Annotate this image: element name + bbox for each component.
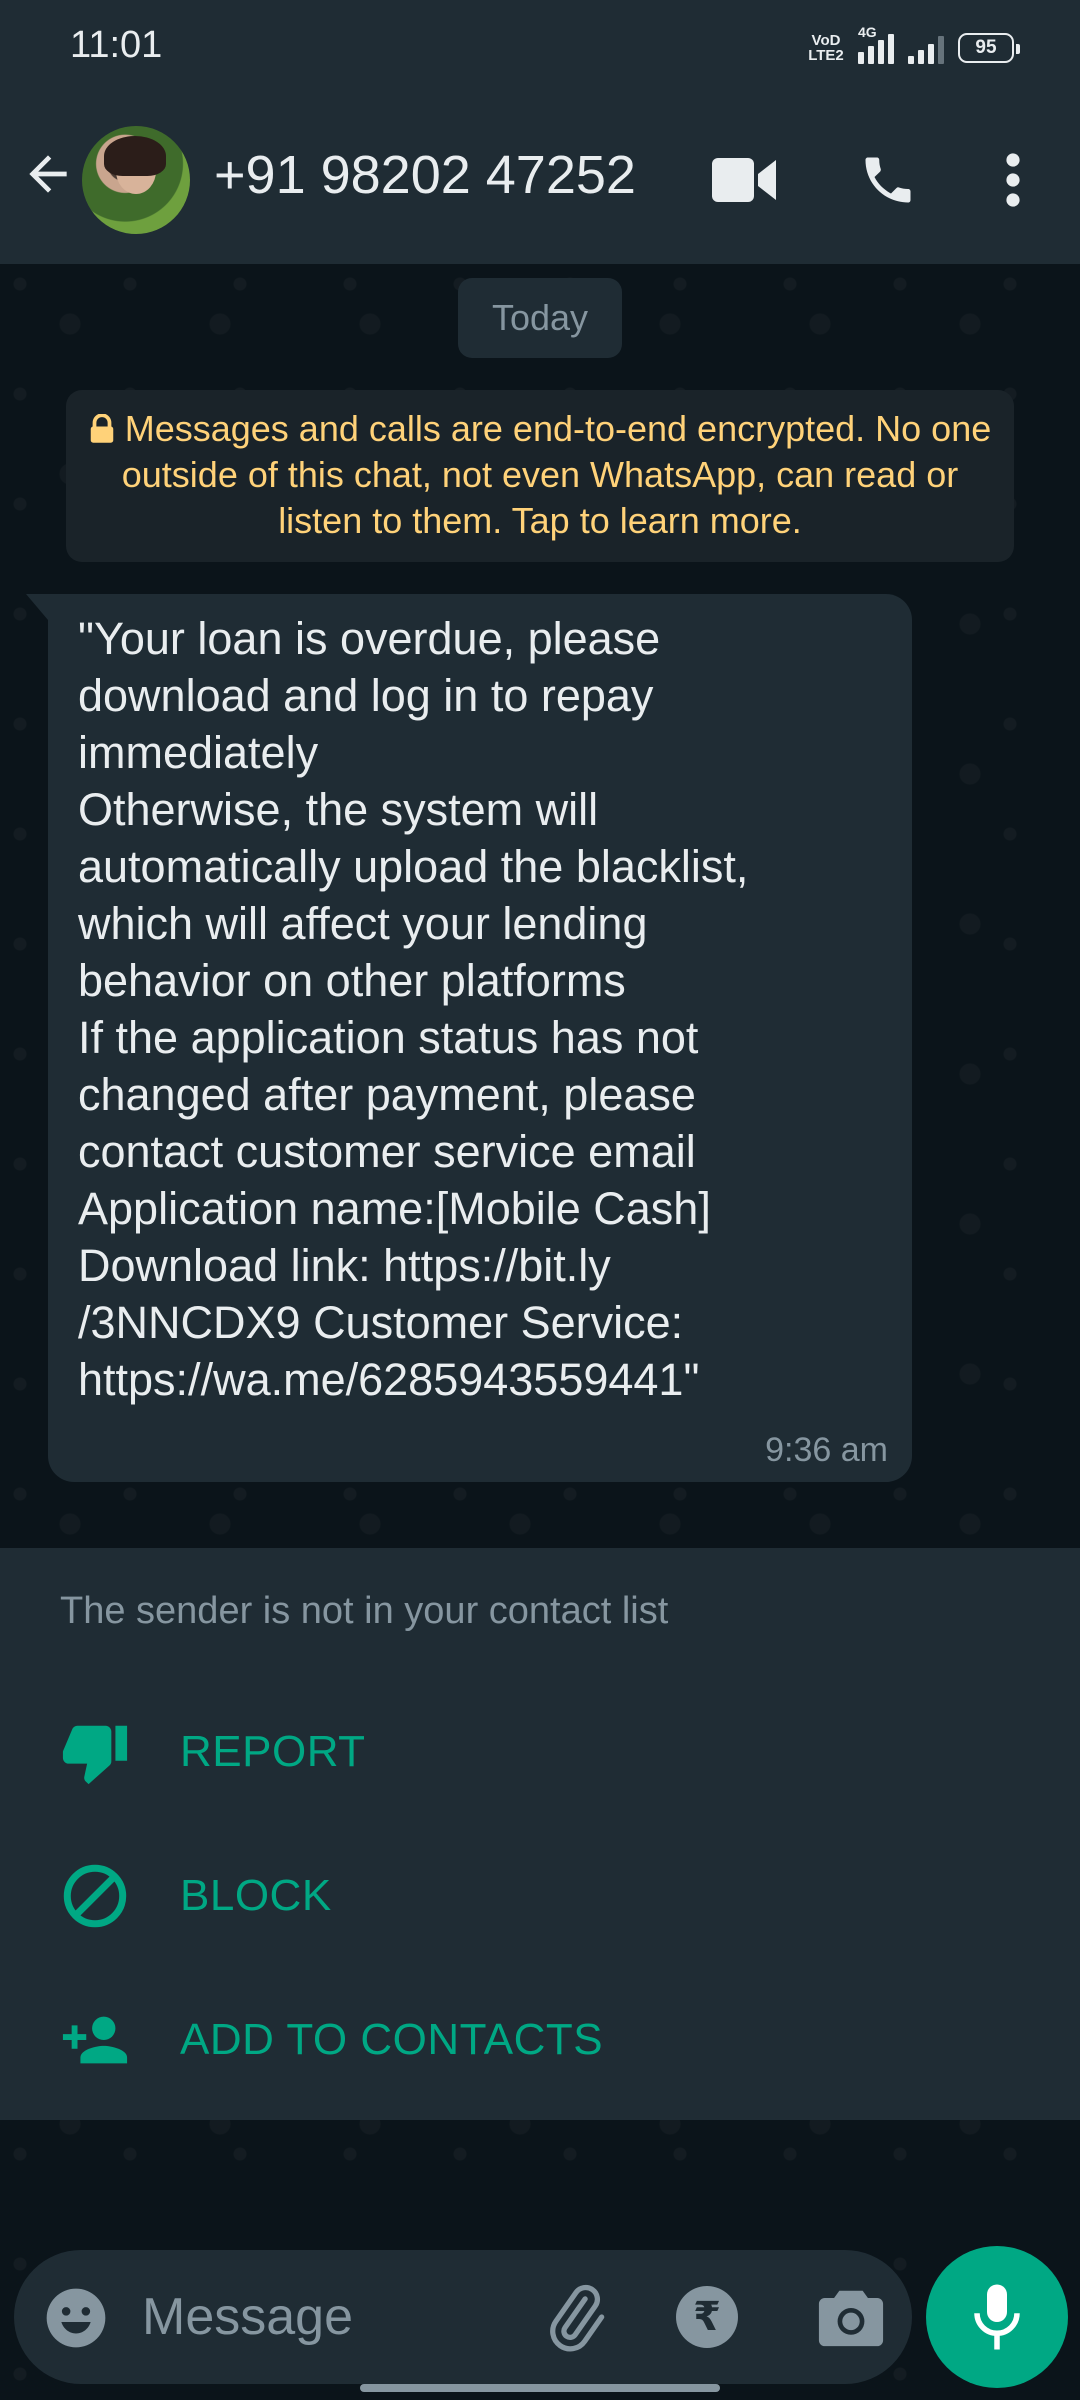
signal-strength-icon: 4G [858, 24, 894, 64]
payment-rupee-icon[interactable]: ₹ [676, 2286, 738, 2348]
network-type-label: 4G [858, 24, 877, 40]
add-to-contacts-label: ADD TO CONTACTS [180, 2015, 604, 2064]
message-timestamp: 9:36 am [765, 1431, 888, 1469]
video-call-icon[interactable] [712, 154, 776, 206]
mic-icon [974, 2284, 1020, 2350]
battery-level: 95 [975, 37, 997, 58]
voice-message-button[interactable] [926, 2246, 1068, 2388]
camera-icon[interactable] [816, 2284, 886, 2350]
lock-icon [90, 414, 113, 443]
more-options-icon[interactable] [998, 150, 1028, 210]
message-input[interactable] [142, 2280, 522, 2354]
block-icon [63, 1864, 127, 1928]
back-arrow-icon[interactable] [20, 146, 76, 202]
thumbs-down-icon [62, 1725, 128, 1785]
add-to-contacts-button[interactable]: ADD TO CONTACTS [0, 1980, 1080, 2100]
encryption-notice[interactable]: Messages and calls are end-to-end encryp… [66, 390, 1014, 562]
block-button[interactable]: BLOCK [0, 1836, 1080, 1956]
emoji-icon[interactable] [44, 2286, 108, 2350]
contact-name[interactable]: +91 98202 47252 [214, 144, 636, 206]
phone-icon[interactable] [858, 150, 918, 210]
report-label: REPORT [180, 1727, 366, 1776]
attach-icon[interactable] [540, 2282, 610, 2352]
add-contact-icon [62, 2016, 128, 2064]
volte-icon: VoD LTE2 [808, 32, 844, 64]
block-label: BLOCK [180, 1871, 332, 1920]
status-bar: 11:01 VoD LTE2 4G 95 [0, 0, 1080, 96]
contact-avatar[interactable] [82, 126, 190, 234]
status-icons: VoD LTE2 4G 95 [808, 24, 1020, 68]
unknown-sender-panel: The sender is not in your contact list R… [0, 1548, 1080, 2120]
encryption-notice-text: Messages and calls are end-to-end encryp… [121, 408, 992, 541]
status-time: 11:01 [70, 24, 163, 66]
report-button[interactable]: REPORT [0, 1692, 1080, 1812]
incoming-message[interactable]: "Your loan is overdue, please download a… [26, 594, 912, 1482]
battery-icon: 95 [958, 33, 1020, 63]
unknown-sender-notice: The sender is not in your contact list [60, 1590, 669, 1632]
date-chip: Today [458, 278, 622, 358]
home-indicator[interactable] [360, 2384, 720, 2392]
message-composer: ₹ [14, 2250, 912, 2384]
chat-header: +91 98202 47252 [0, 96, 1080, 264]
signal-strength-secondary-icon [908, 32, 944, 64]
message-text: "Your loan is overdue, please download a… [78, 613, 749, 1405]
